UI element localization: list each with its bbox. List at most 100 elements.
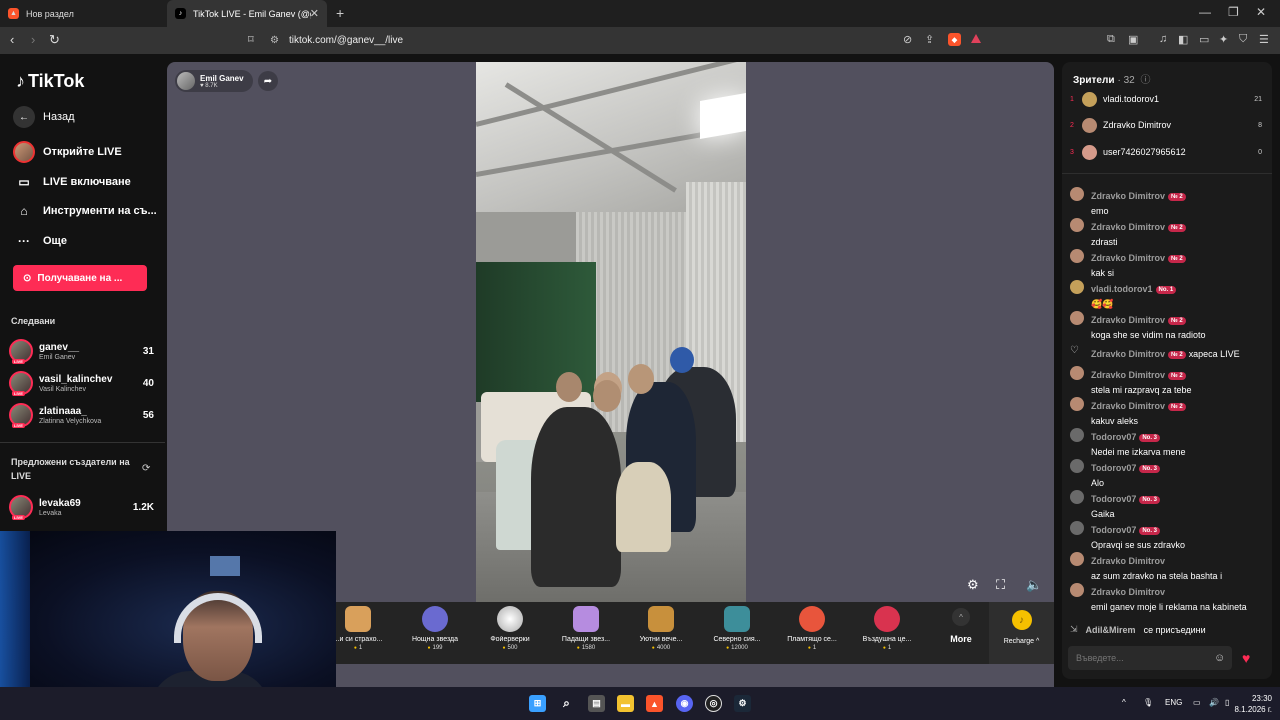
file-explorer-icon[interactable]: ▬ bbox=[617, 695, 634, 712]
avatar[interactable] bbox=[1070, 311, 1084, 325]
gift-item[interactable]: Уютни вече... 4000 bbox=[626, 606, 696, 651]
brave-shields-icon[interactable]: ◆ bbox=[948, 33, 961, 46]
live-video[interactable] bbox=[476, 62, 746, 603]
chat-username[interactable]: Zdravko Dimitrov bbox=[1091, 253, 1165, 263]
more-gifts-button[interactable]: ^ More bbox=[941, 608, 981, 644]
avatar[interactable] bbox=[1070, 490, 1084, 504]
chat-username[interactable]: Zdravko Dimitrov bbox=[1091, 556, 1165, 566]
windows-start-icon[interactable]: ⊞ bbox=[529, 695, 546, 712]
chrome-icon[interactable]: ◎ bbox=[705, 695, 722, 712]
language-indicator[interactable]: ENG bbox=[1165, 698, 1182, 707]
chat-username[interactable]: Todorov07 bbox=[1091, 494, 1136, 504]
get-coins-button[interactable]: ⊙ Получаване на ... bbox=[13, 265, 147, 291]
chevron-up-icon[interactable]: ^ bbox=[1122, 698, 1126, 707]
wallet-icon[interactable]: ▭ bbox=[1199, 33, 1209, 46]
leo-ai-icon[interactable]: ✦ bbox=[1219, 33, 1228, 46]
following-item[interactable]: LIVE vasil_kalinchev Vasil Kalinchev 40 bbox=[9, 368, 154, 398]
chat-username[interactable]: Zdravko Dimitrov bbox=[1091, 349, 1165, 359]
chat-username[interactable]: vladi.todorov1 bbox=[1091, 284, 1153, 294]
new-tab-button[interactable]: + bbox=[336, 5, 344, 21]
heart-outline-icon[interactable]: ♡ bbox=[1070, 345, 1084, 359]
bookmark-icon[interactable]: ⌑ bbox=[248, 33, 254, 46]
tiktok-logo[interactable]: ♪ TikTok bbox=[16, 71, 84, 92]
viewer-rank-row[interactable]: 2 Zdravko Dimitrov 8 bbox=[1070, 115, 1262, 135]
reader-icon[interactable]: ▣ bbox=[1128, 33, 1138, 46]
discord-icon[interactable]: ◉ bbox=[676, 695, 693, 712]
following-item[interactable]: LIVE ganev__ Emil Ganev 31 bbox=[9, 336, 154, 366]
viewer-rank-row[interactable]: 1 vladi.todorov1 21 bbox=[1070, 89, 1262, 109]
url-field[interactable]: ⚙ tiktok.com/@ganev__/live bbox=[270, 30, 990, 51]
sidebar-icon[interactable]: ◧ bbox=[1178, 33, 1188, 46]
chat-username[interactable]: Zdravko Dimitrov bbox=[1091, 222, 1165, 232]
avatar[interactable] bbox=[1070, 366, 1084, 380]
avatar[interactable] bbox=[1070, 218, 1084, 232]
reload-icon[interactable]: ↻ bbox=[49, 32, 60, 48]
refresh-icon[interactable]: ⟳ bbox=[142, 463, 150, 474]
close-window-icon[interactable]: ✕ bbox=[1256, 5, 1266, 19]
gift-item[interactable]: Фойерверки 500 bbox=[475, 606, 545, 651]
back-icon[interactable]: ‹ bbox=[10, 32, 14, 47]
no-translate-icon[interactable]: ⊘ bbox=[903, 33, 912, 46]
gift-item[interactable]: Нощна звезда 199 bbox=[400, 606, 470, 651]
heart-icon[interactable]: ♥ bbox=[1242, 650, 1250, 666]
chat-username[interactable]: Zdravko Dimitrov bbox=[1091, 587, 1165, 597]
settings-icon[interactable]: ⚙ bbox=[967, 577, 979, 593]
chat-username[interactable]: Zdravko Dimitrov bbox=[1091, 315, 1165, 325]
volume-icon[interactable]: 🔊 bbox=[1209, 698, 1219, 707]
tab-tiktok-live[interactable]: ♪ TikTok LIVE - Emil Ganev (@g ✕ bbox=[167, 0, 327, 27]
steam-icon[interactable]: ⚙ bbox=[734, 695, 751, 712]
chat-username[interactable]: Todorov07 bbox=[1091, 432, 1136, 442]
avatar[interactable] bbox=[1070, 397, 1084, 411]
streamer-info[interactable]: Emil Ganev ♥ 8.7K bbox=[175, 70, 253, 92]
tab-new-section[interactable]: ▲ Нов раздел bbox=[0, 0, 165, 27]
brave-rewards-icon[interactable] bbox=[971, 34, 981, 43]
minimize-icon[interactable]: — bbox=[1199, 5, 1211, 19]
forward-icon[interactable]: › bbox=[31, 32, 35, 47]
following-item[interactable]: LIVE zlatinaaa_ Zlatinna Velychkova 56 bbox=[9, 400, 154, 430]
avatar[interactable] bbox=[1070, 428, 1084, 442]
network-icon[interactable]: ▭ bbox=[1193, 698, 1201, 707]
extensions-icon[interactable]: ⧉ bbox=[1107, 33, 1115, 46]
avatar[interactable] bbox=[1070, 459, 1084, 473]
suggested-item[interactable]: LIVE levaka69 Levaka 1.2K bbox=[9, 492, 154, 522]
avatar[interactable] bbox=[1070, 552, 1084, 566]
gift-item[interactable]: Въздушна це... 1 bbox=[852, 606, 922, 651]
avatar[interactable] bbox=[1070, 280, 1084, 294]
volume-icon[interactable]: 🔈 bbox=[1026, 577, 1042, 593]
info-icon[interactable]: ⓘ bbox=[1141, 75, 1151, 86]
viewer-rank-row[interactable]: 3 user7426027965612 0 bbox=[1070, 142, 1262, 162]
avatar[interactable] bbox=[1070, 249, 1084, 263]
search-icon[interactable]: ⌕ bbox=[558, 695, 575, 712]
close-tab-icon[interactable]: ✕ bbox=[310, 7, 319, 20]
restore-icon[interactable]: ❐ bbox=[1228, 5, 1239, 19]
site-settings-icon[interactable]: ⚙ bbox=[270, 35, 279, 46]
chat-input[interactable] bbox=[1068, 646, 1232, 670]
gift-item[interactable]: Пламтящо се... 1 bbox=[777, 606, 847, 651]
share-icon[interactable]: ⇪ bbox=[925, 33, 934, 46]
media-icon[interactable]: ♫ bbox=[1159, 33, 1167, 45]
microphone-icon[interactable]: 🎙 bbox=[1143, 698, 1153, 707]
emoji-icon[interactable]: ☺ bbox=[1214, 652, 1225, 664]
chat-username[interactable]: Zdravko Dimitrov bbox=[1091, 401, 1165, 411]
fullscreen-icon[interactable]: ⛶ bbox=[996, 577, 1005, 593]
chat-username[interactable]: Zdravko Dimitrov bbox=[1091, 191, 1165, 201]
back-link[interactable]: ← Назад bbox=[13, 106, 75, 128]
menu-icon[interactable]: ☰ bbox=[1259, 33, 1269, 46]
nav-more[interactable]: ··· Още bbox=[13, 230, 67, 252]
clock[interactable]: 23:30 8.1.2026 г. bbox=[1234, 693, 1272, 715]
vpn-icon[interactable]: ⛉ bbox=[1239, 33, 1247, 46]
brave-icon[interactable]: ▲ bbox=[646, 695, 663, 712]
chat-username[interactable]: Todorov07 bbox=[1091, 463, 1136, 473]
task-view-icon[interactable]: ▤ bbox=[588, 695, 605, 712]
chat-username[interactable]: Todorov07 bbox=[1091, 525, 1136, 535]
share-icon[interactable]: ➦ bbox=[258, 71, 278, 91]
viewers-title[interactable]: Зрители · 32 ⓘ bbox=[1073, 71, 1151, 86]
recharge-button[interactable]: ♪ Recharge ^ bbox=[989, 602, 1054, 664]
chat-username[interactable]: Zdravko Dimitrov bbox=[1091, 370, 1165, 380]
gift-item[interactable]: Северно сия... 12000 bbox=[702, 606, 772, 651]
gift-item[interactable]: Падащи звез... 1580 bbox=[551, 606, 621, 651]
nav-creator-tools[interactable]: ⌂ Инструменти на съ... bbox=[13, 200, 156, 222]
nav-explore-live[interactable]: Открийте LIVE bbox=[13, 141, 122, 163]
avatar[interactable] bbox=[1070, 521, 1084, 535]
nav-go-live[interactable]: ▭ LIVE включване bbox=[13, 171, 130, 193]
